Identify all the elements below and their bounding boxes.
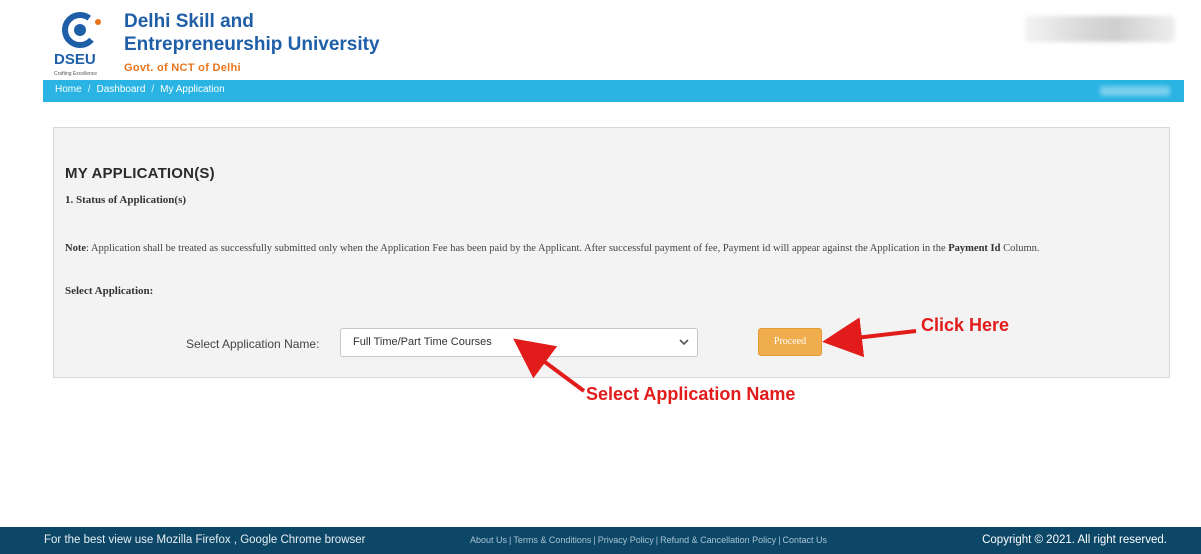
govt-subtitle: Govt. of NCT of Delhi — [124, 62, 241, 74]
breadcrumb-separator: / — [151, 84, 155, 95]
copyright: Copyright © 2021. All right reserved. — [982, 534, 1167, 546]
note-text: : Application shall be treated as succes… — [86, 243, 946, 254]
my-applications-panel: MY APPLICATION(S) 1. Status of Applicati… — [53, 127, 1170, 378]
footer-links: About Us | Terms & Conditions | Privacy Po… — [470, 535, 828, 545]
application-name-select[interactable]: Full Time/Part Time Courses — [340, 328, 698, 357]
site-footer: For the best view use Mozilla Firefox , … — [0, 527, 1201, 554]
user-menu-blurred[interactable] — [1025, 16, 1175, 42]
logo-tagline: Crafting Excellence — [54, 71, 97, 77]
footer-link-terms[interactable]: Terms & Conditions — [513, 535, 591, 545]
breadcrumb-dashboard[interactable]: Dashboard — [96, 84, 145, 95]
status-heading: 1. Status of Application(s) — [65, 194, 187, 206]
chevron-down-icon — [679, 339, 689, 346]
logo-abbr: DSEU — [54, 51, 96, 68]
university-name: Delhi Skill and Entrepreneurship Univers… — [124, 10, 380, 56]
footer-link-privacy[interactable]: Privacy Policy — [598, 535, 654, 545]
proceed-button[interactable]: Proceed — [758, 328, 822, 356]
breadcrumb-right-blurred — [1100, 86, 1170, 96]
footer-link-about[interactable]: About Us — [470, 535, 507, 545]
breadcrumb: Home / Dashboard / My Application — [55, 84, 225, 95]
payment-note: Note: Application shall be treated as su… — [65, 240, 1155, 257]
note-payment-id: Payment Id — [948, 243, 1001, 254]
breadcrumb-home[interactable]: Home — [55, 84, 82, 95]
browser-note: For the best view use Mozilla Firefox , … — [44, 534, 366, 546]
footer-link-refund[interactable]: Refund & Cancellation Policy — [660, 535, 776, 545]
page-title: MY APPLICATION(S) — [65, 165, 215, 182]
footer-link-contact[interactable]: Contact Us — [783, 535, 828, 545]
application-name-selected-value: Full Time/Part Time Courses — [353, 336, 492, 348]
university-name-line2: Entrepreneurship University — [124, 34, 380, 55]
application-name-label: Select Application Name: — [186, 337, 320, 351]
breadcrumb-bar: Home / Dashboard / My Application — [43, 80, 1184, 102]
select-application-heading: Select Application: — [65, 285, 154, 297]
select-application-name-annotation: Select Application Name — [586, 384, 796, 404]
breadcrumb-separator: / — [87, 84, 91, 95]
note-tail: Column. — [1000, 243, 1040, 254]
click-here-annotation: Click Here — [921, 315, 1010, 335]
site-header: DSEU Crafting Excellence Delhi Skill and… — [0, 0, 1201, 80]
dseu-logo[interactable]: DSEU Crafting Excellence — [50, 8, 120, 80]
dseu-logo-icon: DSEU Crafting Excellence — [54, 12, 101, 77]
note-label: Note — [65, 243, 86, 254]
breadcrumb-my-application: My Application — [160, 84, 225, 95]
university-name-line1: Delhi Skill and — [124, 11, 254, 32]
